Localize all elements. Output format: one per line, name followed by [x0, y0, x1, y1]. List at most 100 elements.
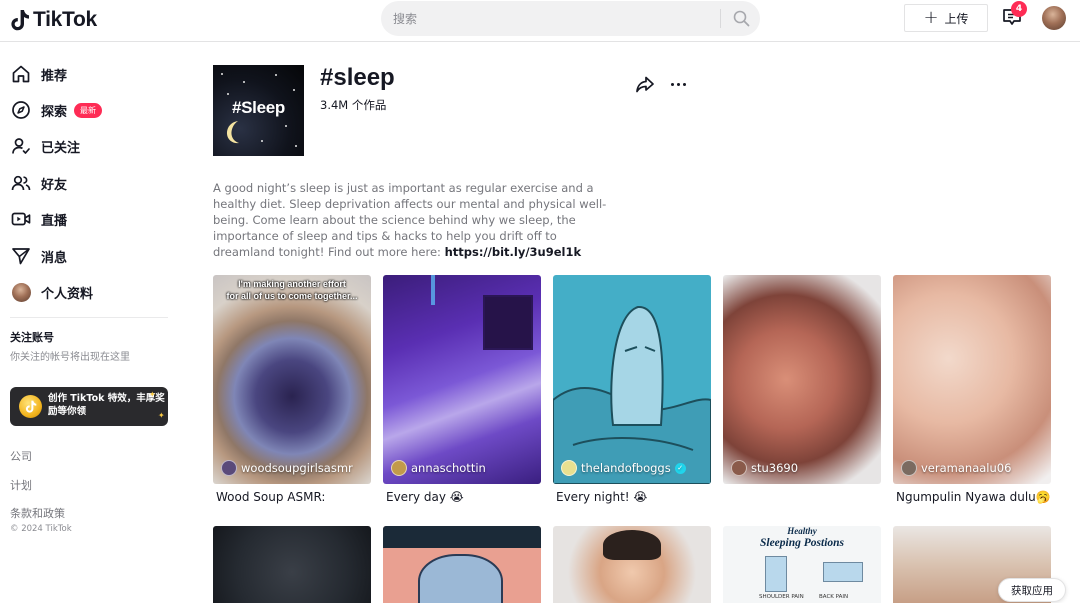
video-card[interactable]	[383, 526, 541, 603]
author-username: veramanaalu06	[921, 461, 1012, 475]
footer-link-company[interactable]: 公司	[10, 448, 32, 464]
sidebar-item-label: 好友	[41, 177, 68, 193]
description-link[interactable]: https://bit.ly/3u9el1k	[445, 245, 582, 259]
cartoon-frame-top	[383, 526, 541, 548]
video-overlay-text: I'm making another effort for all of us …	[213, 275, 371, 302]
hair-shape	[603, 530, 661, 560]
cartoon-illustration	[553, 305, 711, 484]
dot	[676, 82, 680, 86]
overlay-line: for all of us to come together...	[226, 291, 358, 301]
sidebar: 推荐 探索 最新 已关注 好友 直播 消息 个人资料 关注账号 你关注的帐号将出…	[0, 43, 175, 603]
overlay-line: Sleeping Postions	[759, 537, 845, 549]
following-accounts-hint: 你关注的帐号将出现在这里	[10, 352, 130, 363]
sidebar-item-following[interactable]: 已关注	[10, 133, 80, 159]
video-caption[interactable]: Every day 😭	[386, 490, 544, 504]
following-icon	[10, 135, 32, 157]
sidebar-item-label: 个人资料	[41, 286, 94, 302]
video-card[interactable]: I'm making another effort for all of us …	[213, 275, 371, 484]
video-card[interactable]: Healthy Sleeping Postions SHOULDER PAIN …	[723, 526, 881, 603]
hashtag-cover: #Sleep	[213, 65, 304, 156]
compass-icon	[10, 99, 32, 121]
live-icon	[10, 208, 32, 230]
dot	[682, 82, 686, 86]
video-author[interactable]: veramanaalu06	[901, 460, 1011, 476]
tiktok-logo[interactable]: TikTok	[10, 6, 97, 34]
search-divider	[720, 9, 721, 28]
verified-icon: ✓	[674, 462, 686, 474]
illustration-label: SHOULDER PAIN	[759, 594, 804, 600]
upload-button[interactable]: + 上传	[904, 4, 988, 32]
sidebar-item-profile[interactable]: 个人资料	[10, 279, 93, 305]
sidebar-item-label: 探索	[41, 104, 68, 120]
sparkle-icon: ✦	[158, 411, 165, 420]
plus-icon: +	[923, 7, 939, 28]
sparkle-icon: ✦	[149, 390, 156, 399]
more-options-button[interactable]	[667, 73, 689, 95]
pillow-shape	[823, 562, 863, 582]
video-caption[interactable]: Wood Soup ASMR:	[216, 490, 374, 504]
sidebar-item-live[interactable]: 直播	[10, 206, 67, 232]
author-username: thelandofboggs	[581, 461, 671, 475]
author-username: woodsoupgirlsasmr	[241, 461, 353, 475]
search-button[interactable]	[726, 4, 756, 33]
footer-link-terms[interactable]: 条款和政策	[10, 505, 65, 521]
video-card[interactable]: stu3690	[723, 275, 881, 484]
top-bar: TikTok + 上传 4	[0, 0, 1080, 42]
cartoon-head	[418, 554, 503, 603]
video-card[interactable]: thelandofboggs ✓	[553, 275, 711, 484]
sidebar-item-explore[interactable]: 探索 最新	[10, 97, 103, 123]
search-input[interactable]	[393, 1, 718, 36]
sidebar-item-for-you[interactable]: 推荐	[10, 61, 67, 87]
cover-title: #Sleep	[231, 98, 285, 117]
video-card[interactable]	[553, 526, 711, 603]
window-frame	[483, 295, 533, 350]
share-button[interactable]	[634, 73, 656, 95]
video-author[interactable]: annaschottin	[391, 460, 486, 476]
video-overlay-text: Healthy Sleeping Postions	[723, 526, 881, 550]
author-username: annaschottin	[411, 461, 486, 475]
logo-text: TikTok	[33, 8, 97, 31]
video-author[interactable]: thelandofboggs ✓	[561, 460, 686, 476]
new-badge: 最新	[74, 102, 103, 118]
overlay-line: Healthy	[787, 526, 817, 536]
get-app-button[interactable]: 获取应用	[998, 578, 1066, 602]
dot	[670, 82, 674, 86]
friends-icon	[10, 172, 32, 194]
video-caption[interactable]: Every night! 😭	[556, 490, 714, 504]
moon-icon	[226, 121, 239, 144]
light-strip	[431, 275, 435, 305]
copyright: © 2024 TikTok	[10, 524, 72, 534]
sidebar-item-label: 推荐	[41, 68, 68, 84]
hashtag-title: #sleep	[320, 64, 395, 91]
profile-avatar[interactable]	[1042, 6, 1066, 30]
footer-link-program[interactable]: 计划	[10, 477, 32, 493]
video-card[interactable]: annaschottin	[383, 275, 541, 484]
sidebar-item-label: 已关注	[41, 140, 81, 156]
search-bar[interactable]	[381, 1, 760, 36]
coin-icon	[19, 395, 42, 418]
avatar	[11, 282, 31, 302]
sidebar-divider	[10, 317, 168, 318]
video-card[interactable]: veramanaalu06	[893, 275, 1051, 484]
upload-label: 上传	[944, 11, 969, 26]
share-icon	[636, 76, 654, 93]
video-card[interactable]	[213, 526, 371, 603]
sidebar-item-messages[interactable]: 消息	[10, 243, 67, 269]
author-username: stu3690	[751, 461, 799, 475]
video-count: 3.4M 个作品	[320, 98, 387, 112]
author-avatar	[391, 460, 407, 476]
video-caption[interactable]: Ngumpulin Nyawa dulu🥱	[896, 490, 1054, 504]
hashtag-description: A good night’s sleep is just as importan…	[213, 180, 613, 260]
author-avatar	[221, 460, 237, 476]
video-author[interactable]: stu3690	[731, 460, 798, 476]
tiktok-note-icon	[11, 10, 29, 31]
sidebar-item-label: 直播	[41, 213, 68, 229]
messages-icon	[10, 245, 32, 267]
effect-creator-promo[interactable]: 创作 TikTok 特效，丰厚奖励等你领 ✦ ✦	[10, 387, 168, 426]
author-avatar	[731, 460, 747, 476]
video-author[interactable]: woodsoupgirlsasmr	[221, 460, 353, 476]
illustration-label: BACK PAIN	[819, 594, 849, 600]
inbox-count-badge: 4	[1011, 1, 1027, 17]
sidebar-item-friends[interactable]: 好友	[10, 170, 67, 196]
following-accounts-title: 关注账号	[10, 331, 54, 344]
